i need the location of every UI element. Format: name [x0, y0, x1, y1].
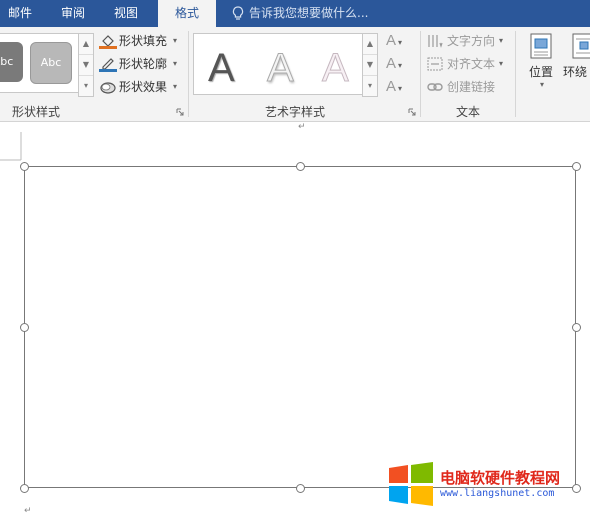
pen-icon — [99, 58, 117, 72]
tab-view[interactable]: 视图 — [104, 0, 148, 27]
chevron-down-icon: ▾ — [539, 80, 544, 89]
more-icon[interactable]: ▾ — [363, 76, 377, 96]
wordart-style-2[interactable]: A — [267, 46, 295, 91]
lightbulb-icon — [232, 6, 244, 25]
wordart-style-1[interactable]: A — [208, 46, 235, 91]
resize-handle[interactable] — [572, 162, 581, 171]
text-fill-icon[interactable]: A ▾ — [386, 32, 402, 49]
paragraph-mark-icon: ↵ — [24, 506, 32, 516]
align-text-label: 对齐文本 — [447, 57, 496, 71]
resize-handle[interactable] — [20, 323, 29, 332]
scroll-up-icon[interactable]: ▲ — [363, 34, 377, 55]
chevron-down-icon: ▾ — [499, 36, 504, 45]
shape-fill-button[interactable]: 形状填充 ▾ — [99, 31, 179, 51]
resize-handle[interactable] — [296, 162, 305, 171]
paint-bucket-icon — [99, 35, 117, 49]
link-icon — [427, 83, 443, 91]
more-icon[interactable]: ▾ — [79, 76, 93, 96]
tell-me-search[interactable]: 告诉我您想要做什么... — [249, 0, 368, 27]
shape-style-gallery[interactable]: Abc Abc — [0, 33, 80, 93]
position-button[interactable]: 位置 ▾ — [524, 33, 558, 89]
tab-mailings[interactable]: 邮件 — [0, 0, 40, 27]
wordart-gallery-scroll[interactable]: ▲ ▼ ▾ — [362, 33, 378, 97]
text-direction-label: 文字方向 — [447, 34, 496, 48]
group-label-wordart-styles: 艺术字样式 — [265, 105, 326, 119]
wrap-text-button[interactable]: 环绕 — [563, 33, 590, 80]
shape-effects-icon — [100, 82, 116, 94]
scroll-down-icon[interactable]: ▼ — [363, 55, 377, 76]
tab-review[interactable]: 审阅 — [52, 0, 94, 27]
wordart-style-3[interactable]: A — [322, 46, 350, 91]
scroll-up-icon[interactable]: ▲ — [79, 34, 93, 55]
paragraph-mark-icon: ↵ — [298, 122, 306, 132]
shape-outline-button[interactable]: 形状轮廓 ▾ — [99, 54, 179, 74]
chevron-down-icon: ▾ — [499, 59, 504, 68]
shape-effects-button[interactable]: 形状效果 ▾ — [99, 77, 179, 97]
tab-format[interactable]: 格式 — [158, 0, 216, 27]
wrap-text-icon — [572, 33, 590, 59]
text-outline-icon[interactable]: A ▾ — [386, 55, 402, 72]
group-separator — [515, 31, 516, 117]
watermark-url: www.liangshunet.com — [440, 488, 555, 499]
chevron-down-icon: ▾ — [173, 36, 178, 45]
shape-style-thumb[interactable]: Abc — [0, 42, 23, 82]
shape-effects-label: 形状效果 — [119, 80, 168, 94]
scroll-down-icon[interactable]: ▼ — [79, 55, 93, 76]
text-direction-button[interactable]: 文字方向 ▾ — [427, 31, 507, 51]
text-box-shape[interactable] — [24, 166, 576, 488]
resize-handle[interactable] — [572, 323, 581, 332]
position-icon — [530, 33, 552, 59]
group-label-shape-styles: 形状样式 — [12, 105, 61, 119]
wordart-gallery[interactable]: A A A — [193, 33, 363, 95]
dialog-launcher-icon[interactable] — [176, 108, 184, 116]
group-separator — [420, 31, 421, 117]
shape-style-thumb[interactable]: Abc — [30, 42, 72, 84]
text-effects-icon[interactable]: A ▾ — [386, 78, 402, 95]
shape-fill-label: 形状填充 — [119, 34, 168, 48]
create-link-label: 创建链接 — [447, 80, 496, 94]
resize-handle[interactable] — [20, 162, 29, 171]
wrap-text-label: 环绕 — [563, 65, 588, 79]
resize-handle[interactable] — [296, 484, 305, 493]
create-link-button[interactable]: 创建链接 — [427, 77, 507, 97]
resize-handle[interactable] — [20, 484, 29, 493]
shape-style-thumb-label: Abc — [40, 56, 62, 69]
group-label-text: 文本 — [456, 105, 481, 119]
resize-handle[interactable] — [572, 484, 581, 493]
dialog-launcher-icon[interactable] — [408, 108, 416, 116]
page-corner-mark — [0, 132, 22, 161]
chevron-down-icon: ▾ — [173, 59, 178, 68]
text-direction-icon — [428, 35, 443, 48]
watermark-title: 电脑软硬件教程网 — [440, 469, 561, 487]
ribbon-tab-bar: 邮件 审阅 视图 格式 告诉我您想要做什么... — [0, 0, 590, 27]
group-separator — [188, 31, 189, 117]
ribbon: Abc Abc ▲ ▼ ▾ 形状填充 ▾ 形状轮廓 ▾ 形状效果 ▾ 形状样式 — [0, 27, 590, 122]
shape-style-thumb-label: Abc — [0, 55, 14, 68]
shape-gallery-scroll[interactable]: ▲ ▼ ▾ — [78, 33, 94, 97]
align-text-button[interactable]: 对齐文本 ▾ — [427, 54, 507, 74]
align-text-icon — [427, 57, 443, 71]
windows-logo-icon — [389, 462, 433, 506]
shape-outline-label: 形状轮廓 — [119, 57, 168, 71]
position-label: 位置 — [528, 65, 553, 79]
chevron-down-icon: ▾ — [173, 82, 178, 91]
